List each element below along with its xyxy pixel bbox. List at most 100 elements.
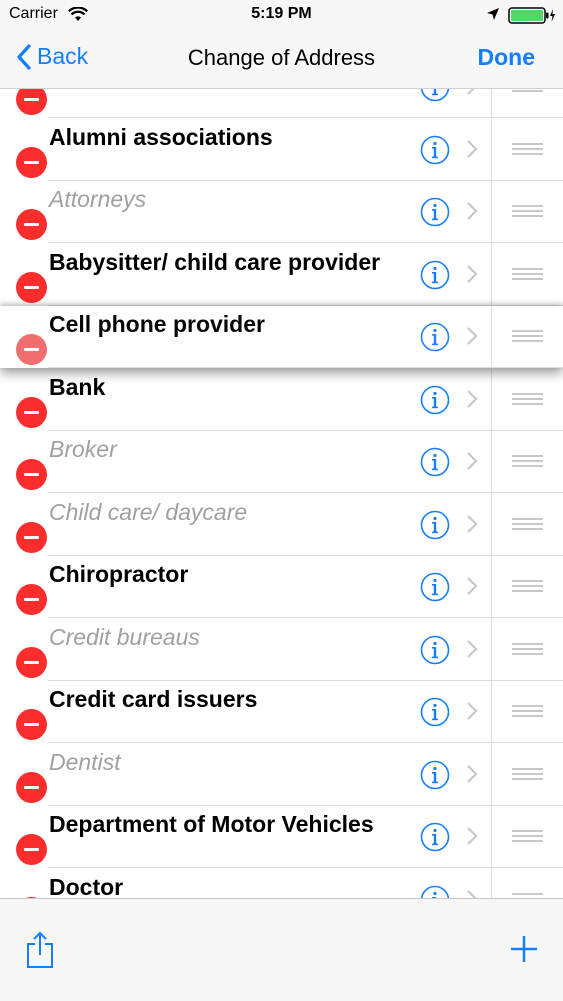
delete-minus-icon[interactable] (16, 459, 47, 490)
reorder-grip-icon[interactable] (512, 705, 543, 720)
reorder-grip-icon[interactable] (512, 88, 543, 95)
list-item[interactable]: Chiropractor (0, 556, 563, 618)
list-item-label: Credit bureaus (49, 623, 200, 650)
chevron-right-icon (466, 326, 478, 351)
add-button[interactable] (510, 935, 538, 968)
list-item-label: Attorneys (49, 186, 147, 212)
info-icon[interactable] (420, 135, 450, 164)
info-icon[interactable] (420, 635, 450, 664)
divider (491, 868, 492, 898)
list-item[interactable]: Cell phone provider (0, 306, 563, 368)
info-icon[interactable] (420, 822, 450, 852)
reorder-grip-icon[interactable] (512, 267, 543, 283)
chevron-right-icon (466, 889, 478, 898)
divider (491, 431, 492, 493)
delete-minus-icon[interactable] (16, 334, 47, 365)
list-item-label: Cell phone provider (49, 311, 265, 337)
share-icon[interactable] (26, 931, 54, 974)
divider (491, 681, 492, 743)
status-bar: Carrier 5:19 PM (0, 0, 563, 30)
divider (491, 181, 492, 243)
delete-minus-icon[interactable] (16, 834, 47, 865)
chevron-right-icon (466, 139, 478, 164)
delete-minus-icon[interactable] (16, 88, 47, 115)
list-item[interactable]: Alumni associations (0, 118, 563, 181)
chevron-right-icon (466, 389, 478, 414)
list-item[interactable]: Department of Motor Vehicles (0, 806, 563, 868)
chevron-right-icon (466, 576, 478, 601)
delete-minus-icon[interactable] (16, 584, 47, 615)
list-item-label: Babysitter/ child care provider (49, 248, 381, 275)
divider (491, 306, 492, 368)
list-item[interactable]: Doctor (0, 868, 563, 899)
chevron-right-icon (466, 514, 478, 539)
reorder-grip-icon[interactable] (512, 642, 543, 658)
list-item-label: Broker (49, 436, 117, 462)
reorder-grip-icon[interactable] (512, 142, 543, 158)
divider (491, 368, 492, 431)
battery-icon (508, 7, 556, 29)
info-icon[interactable] (420, 572, 450, 602)
list-item[interactable]: Babysitter/ child care provider (0, 243, 563, 306)
info-icon[interactable] (420, 447, 450, 477)
divider (491, 806, 492, 868)
list-item[interactable]: Child care/ daycare (0, 493, 563, 556)
chevron-right-icon (466, 639, 478, 664)
info-icon[interactable] (420, 510, 450, 539)
delete-minus-icon[interactable] (16, 209, 47, 240)
list-item-label: Bank (49, 373, 106, 400)
reorder-grip-icon[interactable] (512, 830, 543, 845)
row-separator (48, 367, 563, 368)
delete-minus-icon[interactable] (16, 709, 47, 740)
reorder-grip-icon[interactable] (512, 205, 543, 220)
list-item-label: Dentist (49, 748, 121, 775)
list-item-label: Credit card issuers (49, 686, 258, 712)
info-icon[interactable] (420, 88, 450, 102)
list-item[interactable]: Dentist (0, 743, 563, 806)
divider (491, 88, 492, 118)
delete-minus-icon[interactable] (16, 396, 47, 428)
plus-icon (511, 936, 537, 962)
info-icon[interactable] (420, 322, 450, 352)
list-item-label: Alumni associations (49, 123, 273, 150)
done-button[interactable]: Done (478, 44, 536, 71)
reorder-grip-icon[interactable] (512, 330, 543, 345)
info-icon[interactable] (420, 385, 450, 414)
chevron-right-icon (466, 826, 478, 851)
list-item[interactable]: Attorneys (0, 181, 563, 243)
chevron-right-icon (466, 201, 478, 226)
list-item[interactable]: Accountant/tax preparer (0, 88, 563, 118)
reorder-grip-icon[interactable] (512, 517, 543, 533)
divider (491, 618, 492, 681)
reorder-grip-icon[interactable] (512, 455, 543, 470)
list-item-label: Doctor (49, 873, 124, 899)
delete-minus-icon[interactable] (16, 646, 47, 678)
list-item-label: Child care/ daycare (49, 498, 248, 525)
delete-minus-icon[interactable] (16, 271, 47, 303)
list-item[interactable]: Credit bureaus (0, 618, 563, 681)
delete-minus-icon[interactable] (16, 771, 47, 803)
navigation-bar: Back Change of Address Done (0, 30, 563, 89)
chevron-right-icon (466, 264, 478, 289)
divider (491, 118, 492, 181)
chevron-right-icon (466, 88, 478, 101)
list-item[interactable]: Credit card issuers (0, 681, 563, 743)
info-icon[interactable] (420, 260, 450, 289)
chevron-right-icon (466, 451, 478, 476)
info-icon[interactable] (420, 697, 450, 727)
chevron-right-icon (466, 764, 478, 789)
delete-minus-icon[interactable] (16, 146, 47, 178)
reorder-grip-icon[interactable] (512, 392, 543, 408)
info-icon[interactable] (420, 197, 450, 227)
reorder-grip-icon[interactable] (512, 767, 543, 783)
address-list: Accountant/tax preparer Alumni associatio… (0, 88, 563, 898)
delete-minus-icon[interactable] (16, 521, 47, 553)
divider (491, 493, 492, 556)
location-arrow-icon (486, 7, 500, 26)
info-icon[interactable] (420, 885, 450, 898)
list-item[interactable]: Bank (0, 368, 563, 431)
bottom-toolbar (0, 898, 563, 1001)
list-item[interactable]: Broker (0, 431, 563, 493)
reorder-grip-icon[interactable] (512, 580, 543, 595)
info-icon[interactable] (420, 760, 450, 789)
